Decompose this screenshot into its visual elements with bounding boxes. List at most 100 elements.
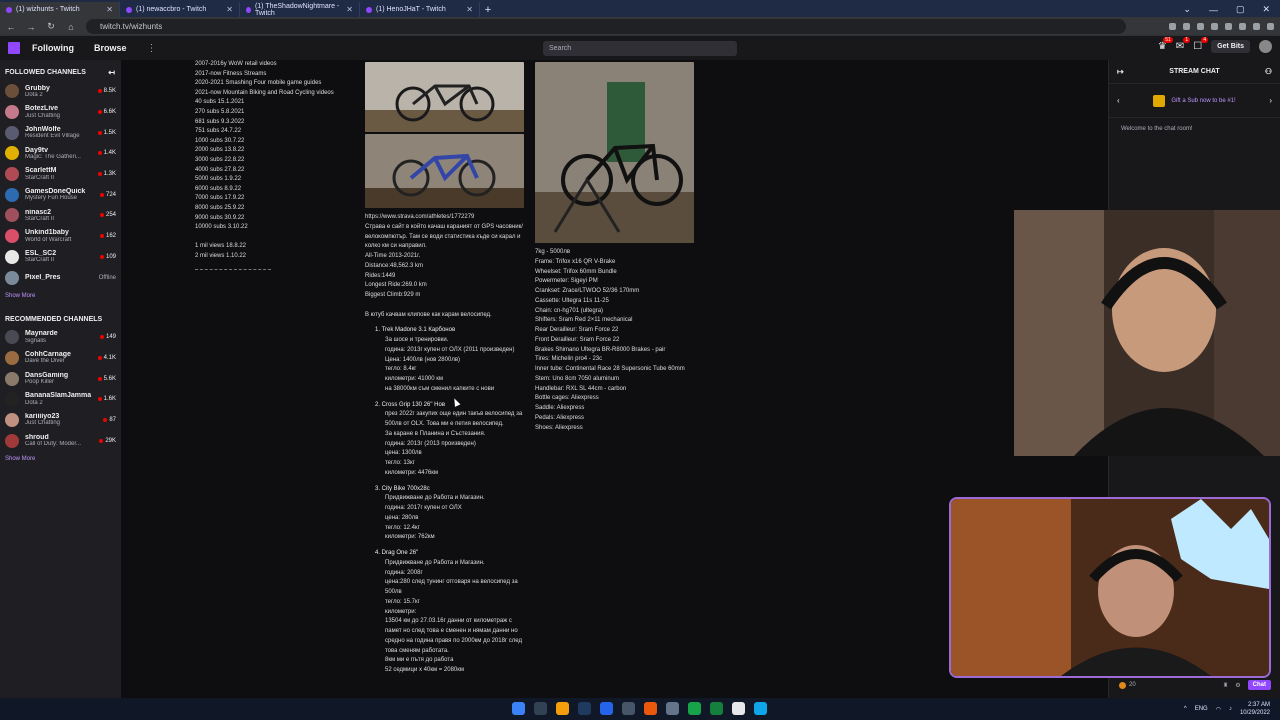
extension-icon[interactable] (1225, 23, 1232, 30)
show-more-link[interactable]: Show More (0, 451, 121, 471)
leaderboard-icon[interactable]: ♜ (1223, 682, 1228, 689)
puzzle-icon[interactable] (1253, 23, 1260, 30)
app-icon[interactable] (600, 702, 613, 715)
back-icon[interactable]: ← (6, 22, 16, 32)
extension-icon[interactable] (1197, 23, 1204, 30)
share-icon[interactable] (1169, 23, 1176, 30)
close-tab-icon[interactable]: ✕ (226, 5, 233, 14)
channel-item[interactable]: BananaSlamJamma Dota 2 1.6K (0, 389, 121, 410)
xbox-icon[interactable] (688, 702, 701, 715)
channel-item[interactable]: CohhCarnage Dave the Diver 4.1K (0, 348, 121, 369)
extension-icon[interactable] (1211, 23, 1218, 30)
channel-name: Unkind1baby (25, 229, 69, 237)
chat-settings-icon[interactable]: ⚙ (1235, 682, 1240, 689)
browser-tab[interactable]: (1) newaccbro - Twitch ✕ (120, 2, 240, 17)
recommended-channels-list: Maynarde Signalis 149 CohhCarnage Dave the D… (0, 327, 121, 451)
channel-item[interactable]: DansGaming Poop Killer 5.6K (0, 368, 121, 389)
prime-loot-icon[interactable]: ♛ 51 (1158, 37, 1173, 52)
app-icon[interactable] (666, 702, 679, 715)
avatar (5, 249, 19, 264)
chevron-right-icon[interactable]: › (1269, 96, 1272, 105)
channel-item[interactable]: kariiiiyo23 Just Chatting 87 (0, 410, 121, 431)
channel-item[interactable]: Grubby Dota 2 8.5K (0, 81, 121, 102)
chrome-icon[interactable] (556, 702, 569, 715)
bike-detail-line: 13504 км до 27.03.16г данни от километра… (385, 618, 523, 654)
followed-channels-title: FOLLOWED CHANNELS (5, 69, 86, 76)
home-icon[interactable]: ⌂ (66, 22, 76, 32)
collapse-chat-icon[interactable]: ↦ (1117, 67, 1124, 76)
network-icon[interactable]: ◠ (1216, 706, 1221, 713)
close-tab-icon[interactable]: ✕ (466, 5, 473, 14)
notifications-icon[interactable]: ☐ 4 (1193, 37, 1209, 52)
close-window-button[interactable]: ✕ (1262, 4, 1270, 15)
maximize-button[interactable]: ▢ (1236, 4, 1245, 15)
channel-item[interactable]: Maynarde Signalis 149 (0, 327, 121, 348)
chat-input-row: 20 ♜ ⚙ Chat (1109, 678, 1280, 692)
bike-detail-line: Цена: 1400лв (нов 2800лв) (385, 356, 460, 363)
channel-item[interactable]: shroud Call of Duty: Moder... 29K (0, 430, 121, 451)
bookmark-star-icon[interactable] (1183, 23, 1190, 30)
nav-browse[interactable]: Browse (94, 43, 127, 53)
get-bits-button[interactable]: Get Bits (1211, 40, 1250, 53)
channel-item[interactable]: GamesDoneQuick Mystery Fun House 724 (0, 184, 121, 205)
channel-item[interactable]: JohnWolfe Resident Evil Village 1.5K (0, 122, 121, 143)
app-icon[interactable] (644, 702, 657, 715)
clock-time: 2:37 AM (1247, 702, 1270, 708)
gift-sub-banner[interactable]: ‹ Gift a Sub now to be #1! › (1109, 84, 1280, 118)
volume-icon[interactable]: ♪ (1229, 706, 1232, 712)
users-icon[interactable]: ⚇ (1265, 67, 1272, 76)
bike-detail-line: тегло: 15.7кг (385, 598, 420, 605)
spec-line: Handlebar: RXL SL 44cm - carbon (535, 385, 627, 392)
app-icon[interactable] (622, 702, 635, 715)
reload-icon[interactable]: ↻ (46, 21, 56, 32)
viewer-count: 87 (103, 417, 116, 423)
more-icon[interactable]: ⋮ (147, 43, 157, 54)
strava-link[interactable]: https://www.strava.com/athletes/1772279 (365, 213, 527, 223)
excel-icon[interactable] (710, 702, 723, 715)
channel-item[interactable]: ninasc2 StarCraft II 254 (0, 205, 121, 226)
channel-item[interactable]: ESL_SC2 StarCraft II 109 (0, 247, 121, 268)
inbox-icon[interactable]: ✉ 1 (1176, 37, 1191, 52)
close-tab-icon[interactable]: ✕ (346, 5, 353, 14)
twitch-logo-icon[interactable] (8, 42, 20, 54)
chevron-left-icon[interactable]: ‹ (1117, 96, 1120, 105)
chat-send-button[interactable]: Chat (1247, 680, 1271, 690)
minimize-button[interactable]: — (1209, 5, 1218, 15)
milestone-line: 4000 subs 27.8.22 (195, 166, 245, 173)
avatar[interactable] (1259, 40, 1272, 53)
collapse-sidebar-icon[interactable]: ↤ (108, 68, 115, 77)
channel-name: ninasc2 (25, 208, 52, 216)
milestone-line: 1 mil views 18.8.22 (195, 243, 247, 250)
app-icon[interactable] (732, 702, 745, 715)
show-more-link[interactable]: Show More (0, 288, 121, 308)
channel-item[interactable]: Day9tv Magic: The Gatheri... 1.4K (0, 143, 121, 164)
channel-game: Magic: The Gatheri... (25, 153, 81, 160)
channel-item[interactable]: ScarlettM StarCraft II 1.3K (0, 164, 121, 185)
language-indicator[interactable]: ENG (1195, 706, 1208, 712)
close-tab-icon[interactable]: ✕ (106, 5, 113, 14)
tab-search-icon[interactable]: ⌄ (1183, 4, 1191, 15)
channel-info: ninasc2 StarCraft II (25, 209, 100, 223)
channel-item[interactable]: Pixel_Pres Offline (0, 267, 121, 288)
search-icon[interactable] (534, 702, 547, 715)
channel-points[interactable]: 20 (1119, 681, 1136, 689)
channel-item[interactable]: BotezLive Just Chatting 6.6K (0, 102, 121, 123)
milestone-line: 9000 subs 30.9.22 (195, 214, 245, 221)
clock[interactable]: 2:37 AM 10/29/2022 (1240, 701, 1270, 717)
browser-tab[interactable]: (1) wizhunts - Twitch ✕ (0, 2, 120, 17)
nav-following[interactable]: Following (32, 43, 74, 53)
forward-icon[interactable]: → (26, 22, 36, 32)
channel-item[interactable]: Unkind1baby World of Warcraft 162 (0, 226, 121, 247)
profile-icon[interactable] (1267, 23, 1274, 30)
browser-tab[interactable]: (1) HenoJHaT - Twitch ✕ (360, 2, 480, 17)
strava-and-bikes-panel: https://www.strava.com/athletes/1772279 С… (365, 213, 527, 682)
search-input[interactable]: Search (543, 41, 737, 56)
browser-tab[interactable]: (1) TheShadowNightmare - Twitch ✕ (240, 2, 360, 17)
new-tab-button[interactable]: + (480, 2, 496, 17)
extension-icon[interactable] (1239, 23, 1246, 30)
steam-icon[interactable] (578, 702, 591, 715)
tray-chevron-icon[interactable]: ^ (1184, 706, 1187, 712)
url-input[interactable]: twitch.tv/wizhunts (86, 19, 1126, 34)
start-icon[interactable] (512, 702, 525, 715)
app-icon[interactable] (754, 702, 767, 715)
